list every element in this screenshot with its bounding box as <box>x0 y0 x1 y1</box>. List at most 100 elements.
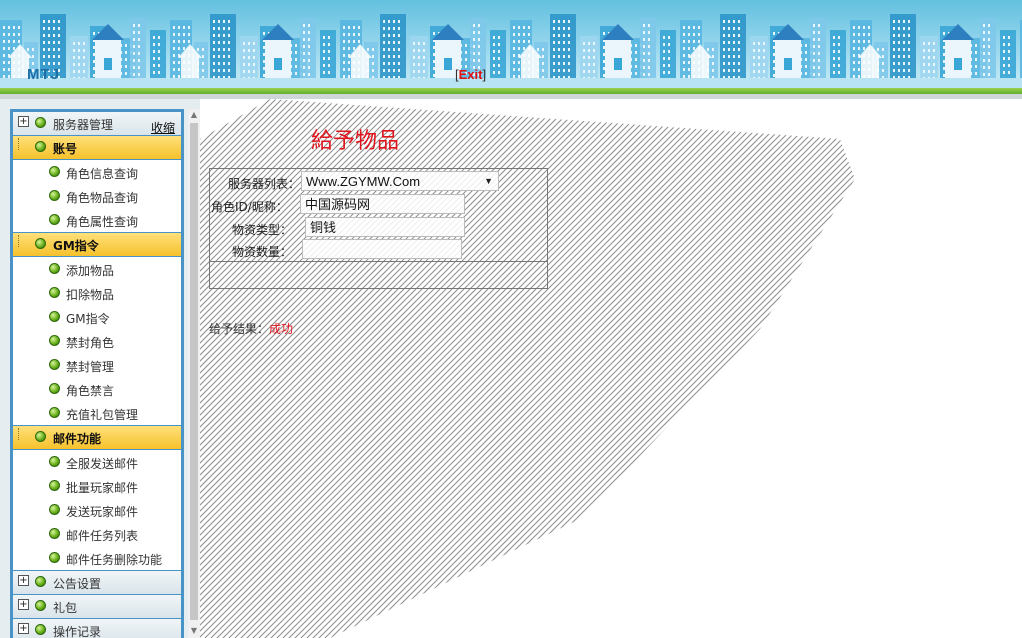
green-dot-icon <box>49 456 60 467</box>
tree-line-icon[interactable] <box>18 428 28 440</box>
green-dot-icon <box>49 552 60 563</box>
sidebar-item-label: 邮件任务删除功能 <box>66 553 163 567</box>
sidebar-item-label: 发送玩家邮件 <box>66 505 139 519</box>
tree-line-icon[interactable] <box>18 235 28 247</box>
sidebar-group-label: GM指令 <box>53 239 99 253</box>
green-dot-icon <box>35 624 46 635</box>
sidebar-item[interactable]: 角色物品查询 <box>13 184 181 208</box>
green-dot-icon <box>35 117 46 128</box>
role-input[interactable]: 中国源码网 <box>300 194 465 214</box>
form-button-row <box>210 261 547 289</box>
sidebar-group-items: 角色信息查询 角色物品查询 角色属性查询 <box>13 160 181 232</box>
sidebar-group-4[interactable]: + 公告设置 <box>13 571 181 594</box>
sidebar-group-label: 服务器管理 <box>53 118 114 132</box>
sidebar-group-6[interactable]: + 操作记录 <box>13 619 181 638</box>
brand-logo: MTJ <box>27 66 60 83</box>
green-dot-icon <box>49 383 60 394</box>
sidebar-item[interactable]: 禁封角色 <box>13 329 181 353</box>
main-content: 給予物品 服务器列表： Www.ZGYMW.Com ▼ 角色ID/昵称： 中国源… <box>200 99 1022 638</box>
exit-label[interactable]: Exit <box>459 67 483 82</box>
green-dot-icon <box>49 190 60 201</box>
exit-bracket-close: ] <box>482 67 487 82</box>
type-input[interactable]: 铜钱 <box>305 217 465 237</box>
green-dot-icon <box>35 431 46 442</box>
sidebar-item-label: 角色禁言 <box>66 384 115 398</box>
role-input-value: 中国源码网 <box>305 197 371 212</box>
green-dot-icon <box>49 311 60 322</box>
green-dot-icon <box>35 576 46 587</box>
sidebar-item[interactable]: 添加物品 <box>13 257 181 281</box>
type-label: 物资类型： <box>232 223 293 237</box>
sidebar-item-label: 禁封角色 <box>66 336 115 350</box>
sidebar-group-5[interactable]: + 礼包 <box>13 595 181 618</box>
server-select[interactable]: Www.ZGYMW.Com ▼ <box>301 171 499 191</box>
sidebar-item[interactable]: 充值礼包管理 <box>13 401 181 425</box>
type-row: 物资类型： 铜钱 <box>210 217 547 239</box>
sidebar-item-label: 角色信息查询 <box>66 167 139 181</box>
sidebar-group-label: 账号 <box>53 142 78 156</box>
sidebar-item-label: 添加物品 <box>66 264 115 278</box>
sidebar-menu: + 服务器管理 收缩 账号 角色信息查询 角色物品查询 角色属性查询 GM指令 添加物品 扣除物品… <box>10 109 184 638</box>
sidebar-group-items: 添加物品扣除物品 GM指令禁封角色禁封管理角色禁言充值礼包管理 <box>13 257 181 425</box>
green-dot-icon <box>49 359 60 370</box>
sidebar-group-1[interactable]: 账号 <box>13 136 181 159</box>
expand-plus-icon[interactable]: + <box>18 599 29 610</box>
sidebar-group-items: 全服发送邮件批量玩家邮件 发送玩家邮件邮件任务列表邮件任务删除功能 <box>13 450 181 570</box>
sidebar-menu-list: + 服务器管理 收缩 账号 角色信息查询 角色物品查询 角色属性查询 GM指令 添加物品 扣除物品… <box>13 112 181 638</box>
sidebar-item-label: 禁封管理 <box>66 360 115 374</box>
quantity-input[interactable] <box>302 239 462 259</box>
sidebar-item[interactable]: 角色信息查询 <box>13 160 181 184</box>
scroll-down-icon[interactable]: ▼ <box>188 625 200 637</box>
collapse-link[interactable]: 收缩 <box>151 119 175 136</box>
expand-plus-icon[interactable]: + <box>18 116 29 127</box>
sidebar-item-label: 扣除物品 <box>66 288 115 302</box>
city-skyline-illustration <box>0 14 1022 88</box>
green-dot-icon <box>49 214 60 225</box>
sidebar-group-3[interactable]: 邮件功能 <box>13 426 181 449</box>
tree-line-icon[interactable] <box>18 138 28 150</box>
sidebar-item[interactable]: 扣除物品 <box>13 281 181 305</box>
role-label: 角色ID/昵称： <box>211 200 288 214</box>
sidebar-item-label: 角色属性查询 <box>66 215 139 229</box>
sidebar-item[interactable]: 邮件任务列表 <box>13 522 181 546</box>
sidebar-item[interactable]: GM指令 <box>13 305 181 329</box>
scroll-thumb[interactable] <box>190 123 198 620</box>
sidebar-item[interactable]: 邮件任务删除功能 <box>13 546 181 570</box>
sidebar-item-label: 批量玩家邮件 <box>66 481 139 495</box>
sidebar-group-label: 邮件功能 <box>53 432 102 446</box>
expand-plus-icon[interactable]: + <box>18 623 29 634</box>
sidebar-item-label: 角色物品查询 <box>66 191 139 205</box>
sidebar-scrollbar[interactable]: ▲ ▼ <box>188 109 200 638</box>
sidebar-item[interactable]: 批量玩家邮件 <box>13 474 181 498</box>
green-dot-icon <box>35 141 46 152</box>
sidebar-item[interactable]: 角色属性查询 <box>13 208 181 232</box>
role-row: 角色ID/昵称： 中国源码网 <box>210 194 547 216</box>
green-dot-icon <box>35 238 46 249</box>
type-input-value: 铜钱 <box>310 220 337 235</box>
green-dot-icon <box>49 335 60 346</box>
sidebar-group-label: 操作记录 <box>53 625 102 638</box>
quantity-row: 物资数量： <box>210 239 547 261</box>
sidebar-group-2[interactable]: GM指令 <box>13 233 181 256</box>
sidebar-item[interactable]: 发送玩家邮件 <box>13 498 181 522</box>
server-label: 服务器列表： <box>228 177 301 191</box>
scroll-up-icon[interactable]: ▲ <box>188 109 200 121</box>
result-line: 给予结果：成功 <box>209 320 293 337</box>
green-dot-icon <box>49 480 60 491</box>
sidebar-item[interactable]: 全服发送邮件 <box>13 450 181 474</box>
page-title: 給予物品 <box>311 129 400 154</box>
chevron-down-icon[interactable]: ▼ <box>484 172 493 191</box>
quantity-label: 物资数量： <box>232 245 293 259</box>
sidebar-group-0[interactable]: + 服务器管理 收缩 <box>13 112 181 135</box>
sidebar-group-label: 礼包 <box>53 601 78 615</box>
green-dot-icon <box>49 504 60 515</box>
green-dot-icon <box>49 407 60 418</box>
exit-link[interactable]: [Exit] <box>455 67 486 82</box>
sidebar: + 服务器管理 收缩 账号 角色信息查询 角色物品查询 角色属性查询 GM指令 添加物品 扣除物品… <box>0 99 200 638</box>
give-item-form: 服务器列表： Www.ZGYMW.Com ▼ 角色ID/昵称： 中国源码网 物资… <box>209 168 548 289</box>
sidebar-item[interactable]: 禁封管理 <box>13 353 181 377</box>
expand-plus-icon[interactable]: + <box>18 575 29 586</box>
result-label: 给予结果： <box>209 322 270 336</box>
sidebar-item[interactable]: 角色禁言 <box>13 377 181 401</box>
sidebar-item-label: GM指令 <box>66 312 110 326</box>
